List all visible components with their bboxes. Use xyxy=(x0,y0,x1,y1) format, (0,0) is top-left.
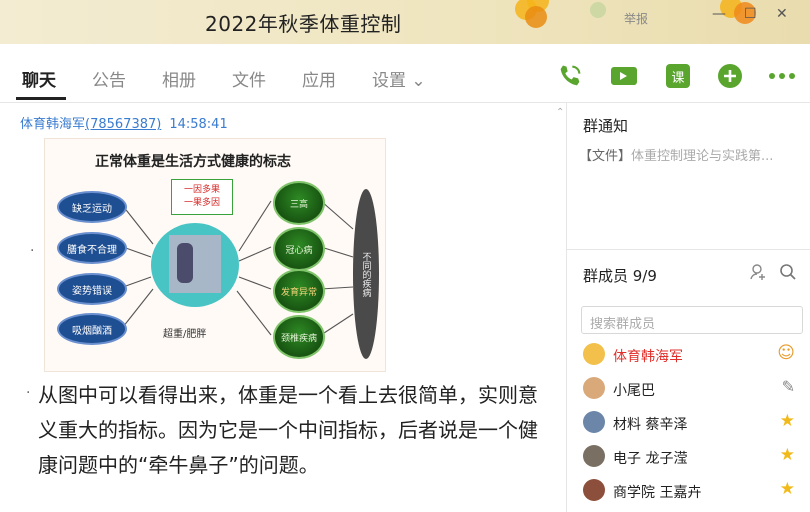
cause-effect-box: 一因多果 一果多因 xyxy=(171,179,233,215)
member-item[interactable]: 材料 蔡辛泽 ★ xyxy=(583,411,807,439)
member-name: 电子 龙子滢 xyxy=(613,451,688,467)
star-icon: ★ xyxy=(779,479,795,499)
lesson-icon[interactable]: 课 xyxy=(666,64,690,88)
group-notice-title: 群通知 xyxy=(583,117,629,135)
tab-settings[interactable]: 设置 ⌄ xyxy=(372,66,426,91)
more-icon[interactable] xyxy=(768,72,796,80)
avatar xyxy=(583,377,605,399)
title-bar: 2022年秋季体重控制 举报 — ☐ ✕ xyxy=(0,0,810,44)
tab-album[interactable]: 相册 xyxy=(162,66,196,91)
cause-node: 姿势错误 xyxy=(57,273,127,305)
divider xyxy=(567,249,810,250)
chat-area[interactable]: ⌃ 体育韩海军(78567387) 14:58:41 · 正常体重是生活方式健康的… xyxy=(0,103,566,512)
message-image[interactable]: 正常体重是生活方式健康的标志 缺乏运动 膳食不合理 姿势错误 吸烟酗酒 一因多果… xyxy=(44,138,386,372)
message-text: 从图中可以看得出来，体重是一个看上去很简单，实则意义重大的指标。因为它是一个中间… xyxy=(38,383,538,477)
message-time: 14:58:41 xyxy=(169,117,228,132)
member-search-input[interactable]: 搜索群成员 xyxy=(581,306,803,334)
avatar xyxy=(583,479,605,501)
disease-node: 不同的疾病 xyxy=(353,189,379,359)
minimize-icon[interactable]: — xyxy=(712,6,726,22)
tab-files[interactable]: 文件 xyxy=(232,66,266,91)
obesity-node xyxy=(151,223,239,307)
star-icon: ★ xyxy=(779,411,795,431)
member-item[interactable]: 体育韩海军 ☺ xyxy=(583,343,807,371)
report-button[interactable]: 举报 xyxy=(624,10,648,27)
member-item[interactable]: 小尾巴 ✎ xyxy=(583,377,807,405)
star-icon: ★ xyxy=(779,445,795,465)
notice-text: 体重控制理论与实践第... xyxy=(631,149,774,164)
phone-call-icon[interactable] xyxy=(556,62,584,90)
effect-node: 颈椎疾病 xyxy=(273,315,325,359)
maximize-icon[interactable]: ☐ xyxy=(744,6,757,22)
notice-tag: 【文件】 xyxy=(579,149,632,164)
close-icon[interactable]: ✕ xyxy=(776,6,788,22)
effect-node: 冠心病 xyxy=(273,227,325,271)
edit-icon: ✎ xyxy=(781,377,795,396)
effect-node: 三高 xyxy=(273,181,325,225)
avatar xyxy=(583,411,605,433)
message-header: 体育韩海军(78567387) 14:58:41 xyxy=(20,113,228,132)
member-name: 体育韩海军 xyxy=(613,349,683,365)
cause-node: 吸烟酗酒 xyxy=(57,313,127,345)
member-item[interactable]: 电子 龙子滢 ★ xyxy=(583,445,807,473)
bullet-icon: · xyxy=(30,243,35,259)
tab-bar: 聊天 公告 相册 文件 应用 设置 ⌄ 课 xyxy=(0,44,810,103)
window-title: 2022年秋季体重控制 xyxy=(205,12,402,36)
cause-node: 膳食不合理 xyxy=(57,232,127,264)
group-sidebar: 群通知 【文件】体重控制理论与实践第... 群成员 9/9 搜索群成员 体育韩海… xyxy=(566,103,810,512)
search-icon[interactable] xyxy=(779,263,797,281)
person-photo xyxy=(169,235,221,293)
member-item[interactable]: 商学院 王嘉卉 ★ xyxy=(583,479,807,507)
members-title: 群成员 9/9 xyxy=(583,267,657,285)
sender-name[interactable]: 体育韩海军 xyxy=(20,117,85,132)
tab-announcement[interactable]: 公告 xyxy=(92,66,126,91)
video-call-icon[interactable] xyxy=(610,64,638,88)
effect-node: 发育异常 xyxy=(273,269,325,313)
avatar xyxy=(583,343,605,365)
owner-icon: ☺ xyxy=(777,343,795,363)
member-name: 商学院 王嘉卉 xyxy=(613,485,702,501)
member-name: 小尾巴 xyxy=(613,383,655,399)
add-member-icon[interactable] xyxy=(749,263,767,281)
obesity-caption: 超重/肥胖 xyxy=(163,329,207,340)
active-tab-indicator xyxy=(16,97,66,100)
sender-id[interactable]: (78567387) xyxy=(85,117,161,132)
bullet-icon: · xyxy=(26,385,31,401)
member-name: 材料 蔡辛泽 xyxy=(613,417,688,433)
add-app-icon[interactable] xyxy=(716,62,744,90)
avatar xyxy=(583,445,605,467)
tab-chat[interactable]: 聊天 xyxy=(22,66,56,91)
tab-apps[interactable]: 应用 xyxy=(302,66,336,91)
cause-node: 缺乏运动 xyxy=(57,191,127,223)
collapse-icon[interactable]: ⌃ xyxy=(556,107,564,118)
group-notice[interactable]: 【文件】体重控制理论与实践第... xyxy=(579,145,773,164)
